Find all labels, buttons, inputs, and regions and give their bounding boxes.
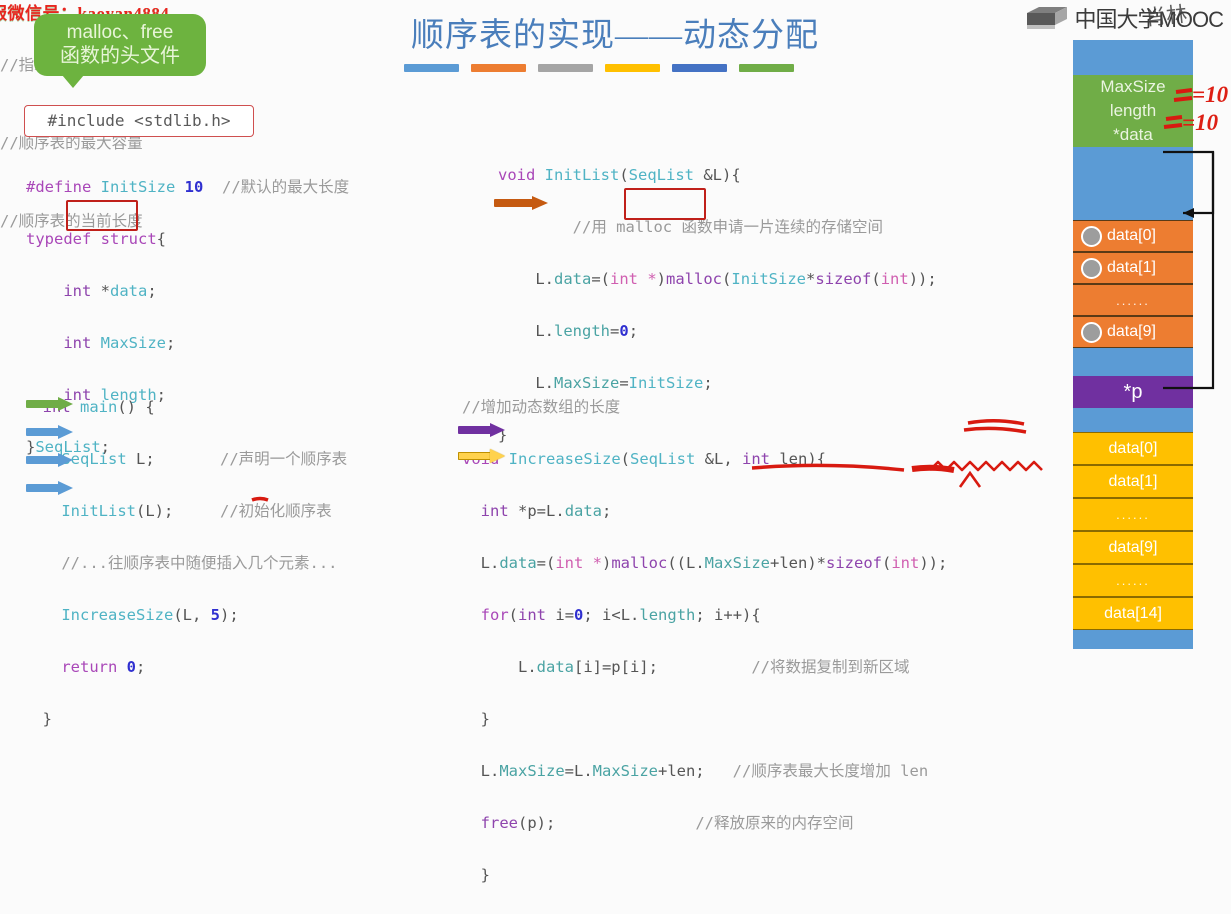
mem-field-maxsize: MaxSize [1100, 77, 1166, 96]
ink-len-underline [967, 419, 1025, 426]
cell-bullet-icon [1081, 225, 1102, 247]
code-line: } [24, 710, 52, 728]
main-comment-1: //初始化顺序表 [219, 502, 332, 520]
mem-old-label-2: ...... [1116, 292, 1150, 308]
mem-new-label-0: data[0] [1108, 439, 1158, 457]
mem-pointer-label: *p [1123, 380, 1143, 403]
code-line: //用 malloc 函数申请一片连续的存储空间 [498, 214, 937, 240]
struct-comment-0: //默认的最大长度 [222, 178, 350, 196]
code-line: #define InitSize 10 //默认的最大长度 [26, 178, 350, 196]
arrow-initlist-malloc [494, 196, 548, 210]
logo-handwriting-ink: 肖林 [1143, 1, 1189, 31]
cell-bullet-icon [1081, 257, 1102, 279]
page-title: 顺序表的实现——动态分配 [411, 18, 819, 54]
code-line: L.data[i]=p[i]; //将数据复制到新区域 [462, 658, 910, 676]
code-line: InitList(L); //初始化顺序表 [61, 502, 332, 520]
mem-new-cell-3: data[9] [1073, 531, 1193, 564]
increase-comment-0: //将数据复制到新区域 [751, 658, 910, 676]
initlist-comment: //用 malloc 函数申请一片连续的存储空间 [535, 218, 883, 236]
mem-new-cell-1: data[1] [1073, 465, 1193, 498]
code-line: int MaxSize; [63, 334, 176, 352]
code-line: return 0; [61, 658, 146, 676]
code-line: free(p); //释放原来的内存空间 [480, 814, 854, 832]
mem-old-cell-0: data[0] [1073, 220, 1193, 252]
mem-field-data: *data [1113, 125, 1153, 144]
int-pointer-highlight-initlist [624, 188, 706, 220]
ink-caret [958, 470, 982, 488]
mooc-logo: 中国大学MOOC [1025, 2, 1224, 34]
mem-old-label-3: data[9] [1107, 323, 1156, 340]
code-line: L.data=(int *)malloc(InitSize*sizeof(int… [498, 270, 937, 288]
rule-bar-5 [672, 64, 727, 72]
mem-new-label-3: data[9] [1108, 538, 1158, 556]
code-line: void IncreaseSize(SeqList &L, int len){ [462, 450, 827, 468]
arrow-increase-malloc [458, 449, 506, 463]
mem-old-cell-1: data[1] [1073, 252, 1193, 284]
title-underline-bars [404, 64, 794, 72]
mem-pointer-cell: *p [1073, 376, 1193, 408]
mem-new-label-1: data[1] [1108, 472, 1158, 490]
code-line: L.data=(int *)malloc((L.MaxSize+len)*siz… [462, 554, 948, 572]
mem-new-cell-2: ...... [1073, 498, 1193, 531]
book-logo-icon [1025, 5, 1071, 31]
code-line: L.length=0; [498, 322, 639, 340]
mem-new-cell-4: ...... [1073, 564, 1193, 597]
cell-bullet-icon [1081, 321, 1102, 343]
code-line: for(int i=0; i<L.length; i++){ [480, 606, 761, 624]
include-statement-text: #include <stdlib.h> [47, 111, 231, 130]
rule-bar-6 [739, 64, 794, 72]
main-comment-0: //声明一个顺序表 [220, 450, 348, 468]
mem-old-label-0: data[0] [1107, 227, 1156, 244]
increase-comment-1: //顺序表最大长度增加 len [732, 762, 929, 780]
code-line: int *p=L.data; [480, 502, 612, 520]
ink-len-underline-2 [963, 426, 1027, 434]
code-line: } [462, 866, 490, 884]
increase-header-comment: //增加动态数组的长度 [462, 398, 621, 416]
callout-line-1: malloc、free [66, 22, 174, 44]
mem-new-label-2: ...... [1116, 507, 1150, 522]
code-line: int *data; [63, 282, 157, 300]
include-statement-box: #include <stdlib.h> [24, 105, 254, 137]
code-line: //...往顺序表中随便插入几个元素... [24, 554, 338, 572]
arrow-main-initlist [26, 425, 74, 439]
mem-old-label-1: data[1] [1107, 259, 1156, 276]
arrow-main-insert [26, 453, 74, 467]
arrow-increase-pointer [458, 423, 506, 437]
mem-new-cell-5: data[14] [1073, 597, 1193, 630]
code-line: IncreaseSize(L, 5); [61, 606, 239, 624]
arrow-main-increasesize [26, 481, 74, 495]
mem-old-cell-3: data[9] [1073, 316, 1193, 348]
mem-new-cell-0: data[0] [1073, 432, 1193, 465]
mem-old-cell-2: ...... [1073, 284, 1193, 316]
rule-bar-4 [605, 64, 660, 72]
code-line: //增加动态数组的长度 [462, 394, 947, 420]
increasesize-function-code: //增加动态数组的长度 void IncreaseSize(SeqList &L… [462, 368, 947, 914]
increase-comment-2: //释放原来的内存空间 [695, 814, 854, 832]
malloc-free-callout: malloc、free 函数的头文件 [34, 14, 206, 88]
rule-bar-2 [471, 64, 526, 72]
mem-field-length: length [1109, 101, 1157, 120]
code-line: } [462, 710, 490, 728]
mem-new-label-4: ...... [1116, 573, 1150, 588]
mem-new-label-5: data[14] [1104, 604, 1162, 622]
code-line: L.MaxSize=L.MaxSize+len; //顺序表最大长度增加 len [462, 762, 929, 780]
arrow-main-seqlist [26, 397, 74, 411]
mem-struct-fields: MaxSize length *data [1073, 75, 1193, 147]
callout-line-2: 函数的头文件 [60, 45, 180, 68]
int-pointer-highlight-struct [66, 200, 138, 231]
rule-bar-3 [538, 64, 593, 72]
rule-bar-1 [404, 64, 459, 72]
code-line: void InitList(SeqList &L){ [498, 166, 741, 184]
